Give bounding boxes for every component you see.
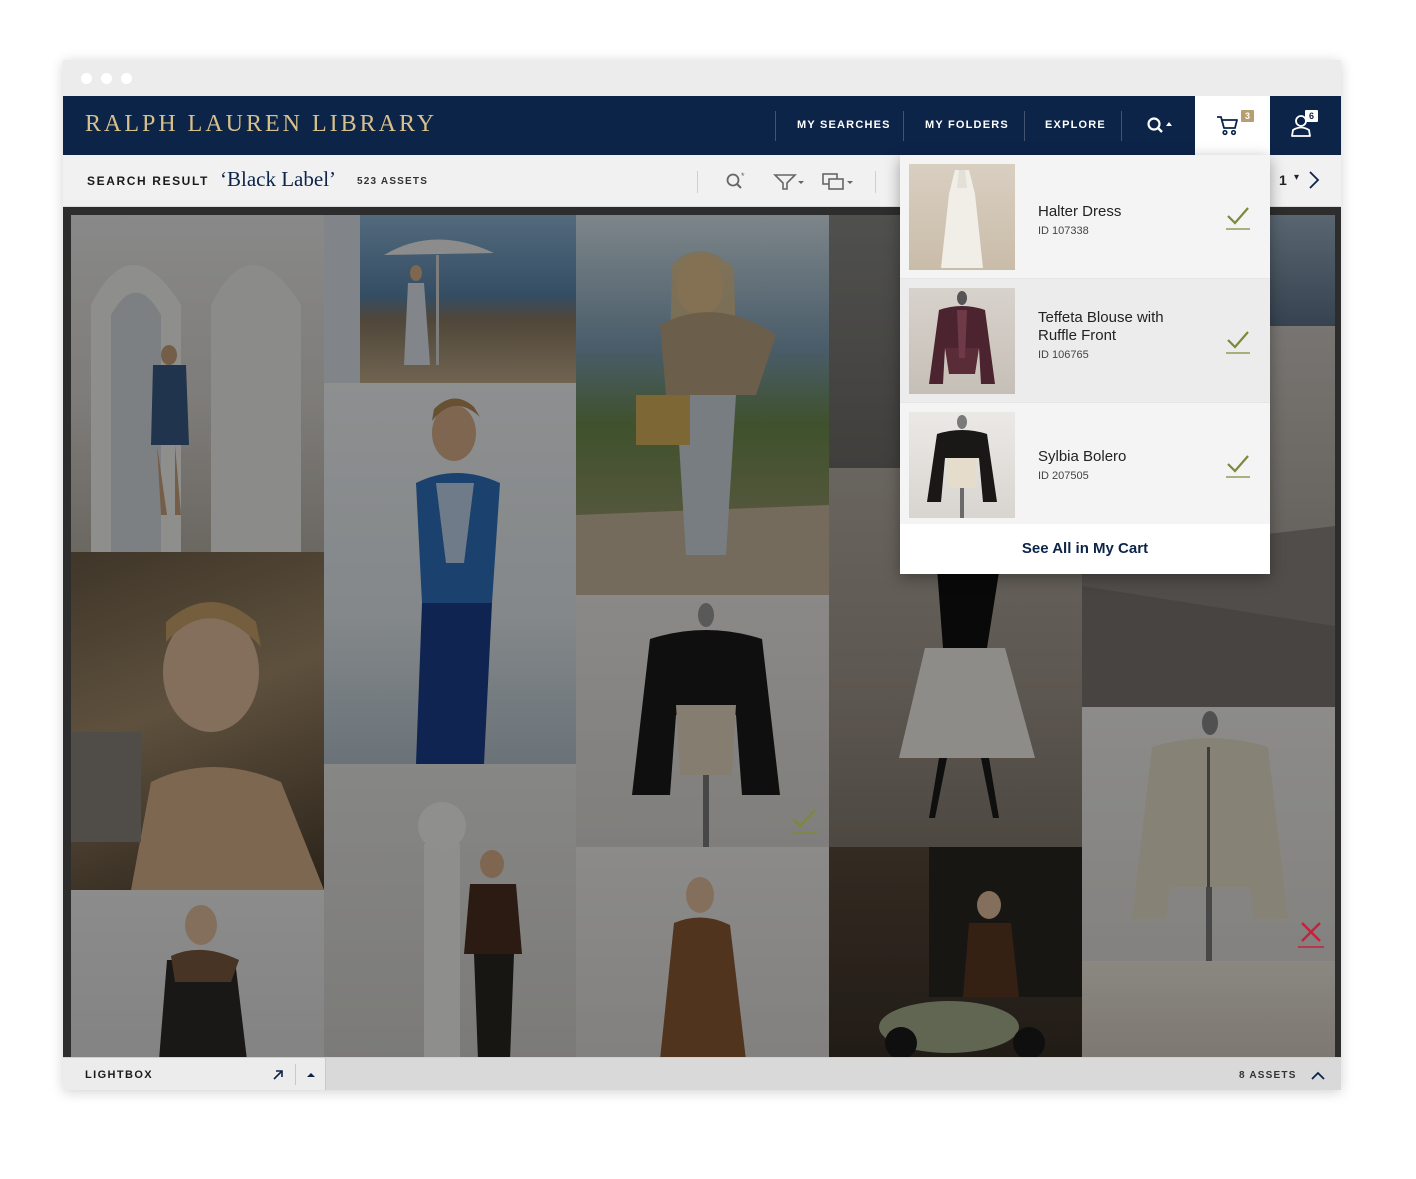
zoom-search-button[interactable]: *: [725, 170, 749, 192]
asset-tile[interactable]: [71, 215, 324, 552]
chevron-up-icon[interactable]: [1310, 1068, 1326, 1082]
filter-icon: [773, 174, 804, 190]
asset-image: [416, 398, 500, 764]
cart-button[interactable]: 3: [1195, 96, 1270, 155]
cart-item-name: Sylbia Bolero: [1038, 448, 1127, 465]
asset-image: [91, 265, 301, 552]
lightbox-asset-count: 8 ASSETS: [1239, 1070, 1297, 1081]
check-icon[interactable]: [1225, 327, 1251, 355]
asset-tile[interactable]: [71, 552, 324, 890]
asset-tile[interactable]: [576, 847, 829, 1057]
open-external-icon[interactable]: [271, 1068, 285, 1082]
asset-tile[interactable]: [324, 764, 576, 1057]
zoom-search-icon: *: [726, 171, 745, 189]
brand-logo[interactable]: RALPH LAUREN LIBRARY: [85, 111, 437, 138]
page-dropdown-caret[interactable]: ▾: [1294, 172, 1299, 183]
asset-image: [324, 215, 494, 383]
asset-tile[interactable]: [576, 215, 829, 595]
asset-image: [660, 877, 746, 1057]
filter-button[interactable]: [773, 170, 805, 192]
asset-tile[interactable]: [1082, 707, 1335, 961]
user-button[interactable]: 6: [1288, 96, 1338, 155]
search-result-label: SEARCH RESULT: [87, 174, 209, 188]
nav-my-searches[interactable]: MY SEARCHES: [797, 96, 891, 155]
user-count-badge: 6: [1305, 110, 1318, 122]
cart-item[interactable]: Teffeta Blouse with Ruffle Front ID 1067…: [900, 279, 1270, 403]
svg-text:*: *: [741, 171, 745, 181]
browser-window: RALPH LAUREN LIBRARY MY SEARCHES MY FOLD…: [63, 60, 1341, 1090]
next-page-button[interactable]: [1307, 169, 1321, 196]
tile-overlay: [1082, 961, 1335, 1057]
cart-item-name: Halter Dress: [1038, 203, 1122, 220]
asset-tile[interactable]: [71, 890, 324, 1057]
caret-up-icon[interactable]: [304, 1068, 318, 1082]
lightbox-bar: LIGHTBOX 8 ASSETS: [63, 1057, 1341, 1090]
cart-item-id: ID 207505: [1038, 470, 1089, 482]
top-nav: RALPH LAUREN LIBRARY MY SEARCHES MY FOLD…: [63, 96, 1341, 155]
window-chrome: [63, 60, 1341, 96]
lightbox-label: LIGHTBOX: [85, 1069, 154, 1081]
cart-count-badge: 3: [1241, 110, 1254, 122]
cart-item-name: Teffeta Blouse with Ruffle Front: [1038, 309, 1164, 344]
chevron-right-icon: [1309, 171, 1320, 189]
window-dot[interactable]: [101, 73, 112, 84]
asset-count: 523 ASSETS: [357, 176, 429, 187]
asset-tile[interactable]: [1082, 961, 1335, 1057]
cart-item-thumbnail[interactable]: [909, 288, 1015, 394]
lightbox-divider: [295, 1064, 296, 1085]
check-icon[interactable]: [1225, 203, 1251, 231]
cart-item-thumbnail[interactable]: [909, 412, 1015, 518]
asset-image: [576, 250, 829, 595]
nav-divider: [1024, 111, 1025, 141]
search-icon: [1147, 117, 1172, 133]
search-query: ‘Black Label’: [220, 167, 337, 191]
halter-dress-image: [941, 170, 983, 268]
asset-tile[interactable]: [829, 847, 1082, 1057]
check-icon[interactable]: [1225, 451, 1251, 479]
cart-item-thumbnail[interactable]: [909, 164, 1015, 270]
view-mode-button[interactable]: [821, 170, 855, 192]
remove-x-icon[interactable]: [1297, 919, 1325, 949]
nav-divider: [775, 111, 776, 141]
cart-icon: [1217, 116, 1238, 136]
view-mode-icon: [822, 173, 853, 190]
asset-image: [418, 802, 522, 1057]
asset-tile[interactable]: [576, 595, 829, 847]
asset-tile[interactable]: [324, 215, 576, 383]
asset-image: [879, 847, 1082, 1057]
asset-tile[interactable]: [324, 383, 576, 764]
asset-image: [159, 905, 247, 1057]
nav-search-button[interactable]: [1146, 115, 1176, 137]
lightbox-tab[interactable]: LIGHTBOX: [63, 1058, 326, 1090]
nav-divider: [1121, 111, 1122, 141]
nav-my-folders[interactable]: MY FOLDERS: [925, 96, 1009, 155]
window-dot[interactable]: [121, 73, 132, 84]
window-dot[interactable]: [81, 73, 92, 84]
see-all-cart-link[interactable]: See All in My Cart: [900, 524, 1270, 574]
nav-explore[interactable]: EXPLORE: [1045, 96, 1106, 155]
teffeta-blouse-image: [929, 291, 995, 384]
toolbar-divider: [875, 171, 876, 193]
cart-item-id: ID 106765: [1038, 349, 1089, 361]
selected-check-icon[interactable]: [789, 805, 819, 835]
page-number[interactable]: 1: [1279, 172, 1287, 188]
cart-item[interactable]: Sylbia Bolero ID 207505: [900, 403, 1270, 527]
asset-image: [71, 602, 324, 890]
toolbar-divider: [697, 171, 698, 193]
sylbia-bolero-image: [927, 415, 997, 518]
nav-divider: [903, 111, 904, 141]
cart-item[interactable]: Halter Dress ID 107338: [900, 155, 1270, 279]
cart-dropdown: Halter Dress ID 107338 Teffeta Blouse wi…: [900, 155, 1270, 574]
cart-item-id: ID 107338: [1038, 225, 1089, 237]
